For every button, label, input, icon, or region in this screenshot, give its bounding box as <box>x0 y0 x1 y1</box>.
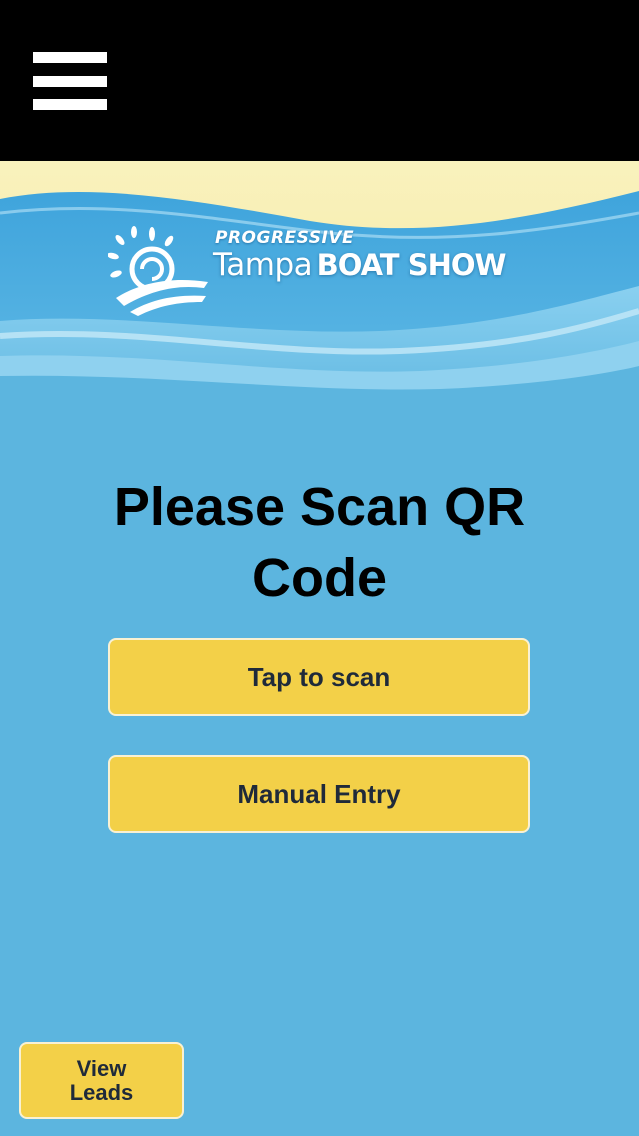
sun-wave-logo-icon <box>108 226 208 316</box>
boat-show-logo: PROGRESSIVE Tampa BOAT SHOW <box>108 226 528 316</box>
top-bar <box>0 0 639 161</box>
view-leads-label-line1: View <box>76 1056 127 1081</box>
logo-title-boat-show: BOAT SHOW <box>316 248 507 282</box>
manual-entry-button[interactable]: Manual Entry <box>108 755 530 833</box>
view-leads-button[interactable]: View Leads <box>19 1042 184 1119</box>
scan-prompt-title: Please Scan QR Code <box>113 477 526 608</box>
menu-bar-line <box>33 76 107 87</box>
hamburger-menu-icon[interactable] <box>33 52 107 112</box>
tap-to-scan-button[interactable]: Tap to scan <box>108 638 530 716</box>
menu-bar-line <box>33 52 107 63</box>
logo-title: Tampa BOAT SHOW <box>213 247 506 283</box>
logo-sponsor-text: PROGRESSIVE <box>215 228 355 248</box>
view-leads-label-line2: Leads <box>69 1080 134 1105</box>
logo-title-tampa: Tampa <box>213 247 313 283</box>
menu-bar-line <box>33 99 107 110</box>
